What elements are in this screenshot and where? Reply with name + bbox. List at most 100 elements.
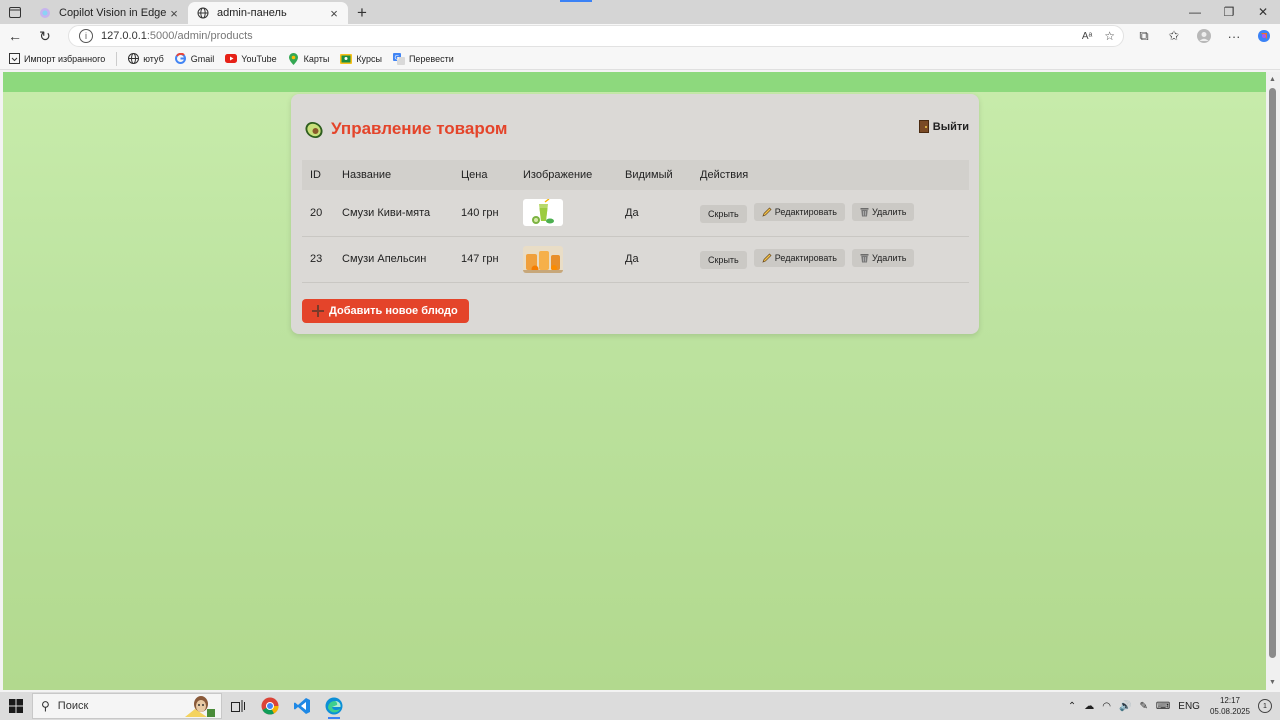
site-info-icon[interactable]: i <box>79 29 93 43</box>
delete-button[interactable]: Удалить <box>852 249 915 267</box>
hide-label: Скрыть <box>708 255 739 265</box>
pen-icon[interactable]: ✎ <box>1139 701 1147 712</box>
profile-avatar[interactable] <box>1192 24 1216 48</box>
search-icon: ⚲ <box>41 699 50 713</box>
keyboard-icon[interactable]: ⌨ <box>1156 701 1170 712</box>
classroom-icon <box>340 53 353 65</box>
delete-label: Удалить <box>872 206 907 217</box>
maximize-icon[interactable]: ❐ <box>1212 0 1246 24</box>
delete-button[interactable]: Удалить <box>852 202 915 221</box>
bookmark-gmail[interactable]: Gmail <box>175 53 215 65</box>
system-tray: ⌃ ☁ ◠ 🔊 ✎ ⌨ ENG 12:17 05.08.2025 1 <box>1064 692 1280 720</box>
taskbar-search-input[interactable]: ⚲ Поиск <box>32 693 222 719</box>
bookmark-translate[interactable]: G Перевести <box>392 52 454 65</box>
url-host: 127.0.0.1 <box>101 30 147 42</box>
product-actions: Скрыть Редактировать Удалить <box>692 236 969 283</box>
read-aloud-icon[interactable]: Aᵃ <box>1082 31 1092 42</box>
hide-button[interactable]: Скрыть <box>700 204 747 223</box>
table-row: 23 Смузи Апельсин 147 грн Да Скрыть Реда… <box>302 236 969 283</box>
hide-label: Скрыть <box>708 208 739 219</box>
vscode-taskbar-button[interactable] <box>286 692 318 720</box>
tab-copilot-vision[interactable]: Copilot Vision in Edge × <box>30 2 188 24</box>
bookmark-maps[interactable]: Карты <box>288 52 329 65</box>
page-title: Управление товаром <box>331 119 508 138</box>
tab-admin-panel[interactable]: admin-панель × <box>188 2 348 24</box>
bookmark-youtube[interactable]: YouTube <box>225 53 277 65</box>
copilot-icon[interactable] <box>1252 24 1276 48</box>
notification-badge[interactable]: 1 <box>1258 699 1272 713</box>
add-new-dish-button[interactable]: Добавить новое блюдо <box>302 299 469 323</box>
onedrive-cloud-icon[interactable]: ☁ <box>1084 701 1094 712</box>
minimize-icon[interactable]: — <box>1178 0 1212 24</box>
wifi-icon[interactable]: ◠ <box>1102 701 1111 712</box>
chevron-up-icon[interactable]: ⌃ <box>1068 701 1076 712</box>
site-header-bar <box>3 72 1266 92</box>
edit-button[interactable]: Редактировать <box>753 202 845 221</box>
back-button[interactable]: ← <box>0 24 30 48</box>
admin-panel-card: Управление товаром Выйти ID Название Цен… <box>291 94 979 334</box>
maps-pin-icon <box>288 52 300 65</box>
globe-icon <box>127 53 139 65</box>
tab-actions-menu-button[interactable] <box>0 0 30 24</box>
extensions-icon[interactable]: ⧉ <box>1132 24 1156 48</box>
close-icon[interactable]: × <box>168 6 180 21</box>
bookmark-label: Импорт избранного <box>24 53 106 64</box>
bookmark-label: YouTube <box>241 53 277 64</box>
new-tab-button[interactable]: + <box>348 2 376 24</box>
edge-taskbar-button[interactable] <box>318 692 350 720</box>
bookmark-import[interactable]: Импорт избранного <box>8 53 105 65</box>
bookmark-courses[interactable]: Курсы <box>340 53 382 65</box>
close-window-icon[interactable]: ✕ <box>1246 0 1280 24</box>
column-header-image: Изображение <box>515 160 617 190</box>
clock[interactable]: 12:17 05.08.2025 <box>1210 695 1250 717</box>
pencil-icon <box>762 253 772 263</box>
column-header-actions: Действия <box>692 160 969 190</box>
product-price: 140 грн <box>453 190 515 237</box>
product-actions: Скрыть Редактировать Удалить <box>692 190 969 237</box>
start-button[interactable] <box>0 692 32 720</box>
column-header-name: Название <box>334 160 453 190</box>
volume-icon[interactable]: 🔊 <box>1119 701 1131 712</box>
bookmarks-bar: Импорт избранного ютуб Gmail YouTube Кар… <box>0 48 1280 70</box>
reload-icon: ↻ <box>39 27 51 44</box>
kiwi-smoothie-image <box>523 199 563 227</box>
task-view-button[interactable] <box>222 692 254 720</box>
chrome-taskbar-button[interactable] <box>254 692 286 720</box>
tab-strip: Copilot Vision in Edge × admin-панель × … <box>0 0 1280 24</box>
product-price: 147 грн <box>453 236 515 283</box>
page-scrollbar[interactable]: ▲ ▼ <box>1266 72 1280 690</box>
language-indicator[interactable]: ENG <box>1178 701 1200 712</box>
bookmark-label: Перевести <box>408 53 454 64</box>
logout-button[interactable]: Выйти <box>918 120 969 133</box>
chrome-icon <box>261 697 279 715</box>
plus-icon: + <box>357 3 367 22</box>
column-header-visible: Видимый <box>617 160 692 190</box>
page-viewport: Управление товаром Выйти ID Название Цен… <box>3 72 1266 690</box>
edit-button[interactable]: Редактировать <box>753 249 845 267</box>
favorites-icon[interactable]: ✩ <box>1162 24 1186 48</box>
scroll-up-icon[interactable]: ▲ <box>1269 76 1276 83</box>
close-icon[interactable]: × <box>328 6 340 21</box>
product-id: 20 <box>302 190 334 237</box>
more-options-icon[interactable]: ··· <box>1222 24 1246 48</box>
table-header-row: ID Название Цена Изображение Видимый Дей… <box>302 160 969 190</box>
bookmark-youtube-ru[interactable]: ютуб <box>127 53 164 65</box>
bookmark-label: ютуб <box>143 53 164 64</box>
bookmark-label: Gmail <box>190 53 215 64</box>
windows-logo-icon <box>9 699 23 713</box>
hide-button[interactable]: Скрыть <box>700 251 747 269</box>
arrow-left-icon: ← <box>8 28 22 44</box>
favorite-star-icon[interactable]: ☆ <box>1104 29 1115 43</box>
scroll-down-icon[interactable]: ▼ <box>1269 679 1276 686</box>
column-header-id: ID <box>302 160 334 190</box>
address-bar[interactable]: i 127.0.0.1:5000/admin/products Aᵃ ☆ <box>68 25 1124 47</box>
edge-icon <box>325 697 343 715</box>
product-name: Смузи Киви-мята <box>334 190 453 237</box>
delete-label: Удалить <box>872 253 907 263</box>
tab-title: admin-панель <box>217 7 287 19</box>
url-path: :5000/admin/products <box>146 30 253 42</box>
scrollbar-thumb[interactable] <box>1269 88 1276 658</box>
trash-icon <box>860 207 869 217</box>
column-header-price: Цена <box>453 160 515 190</box>
reload-button[interactable]: ↻ <box>30 24 60 48</box>
